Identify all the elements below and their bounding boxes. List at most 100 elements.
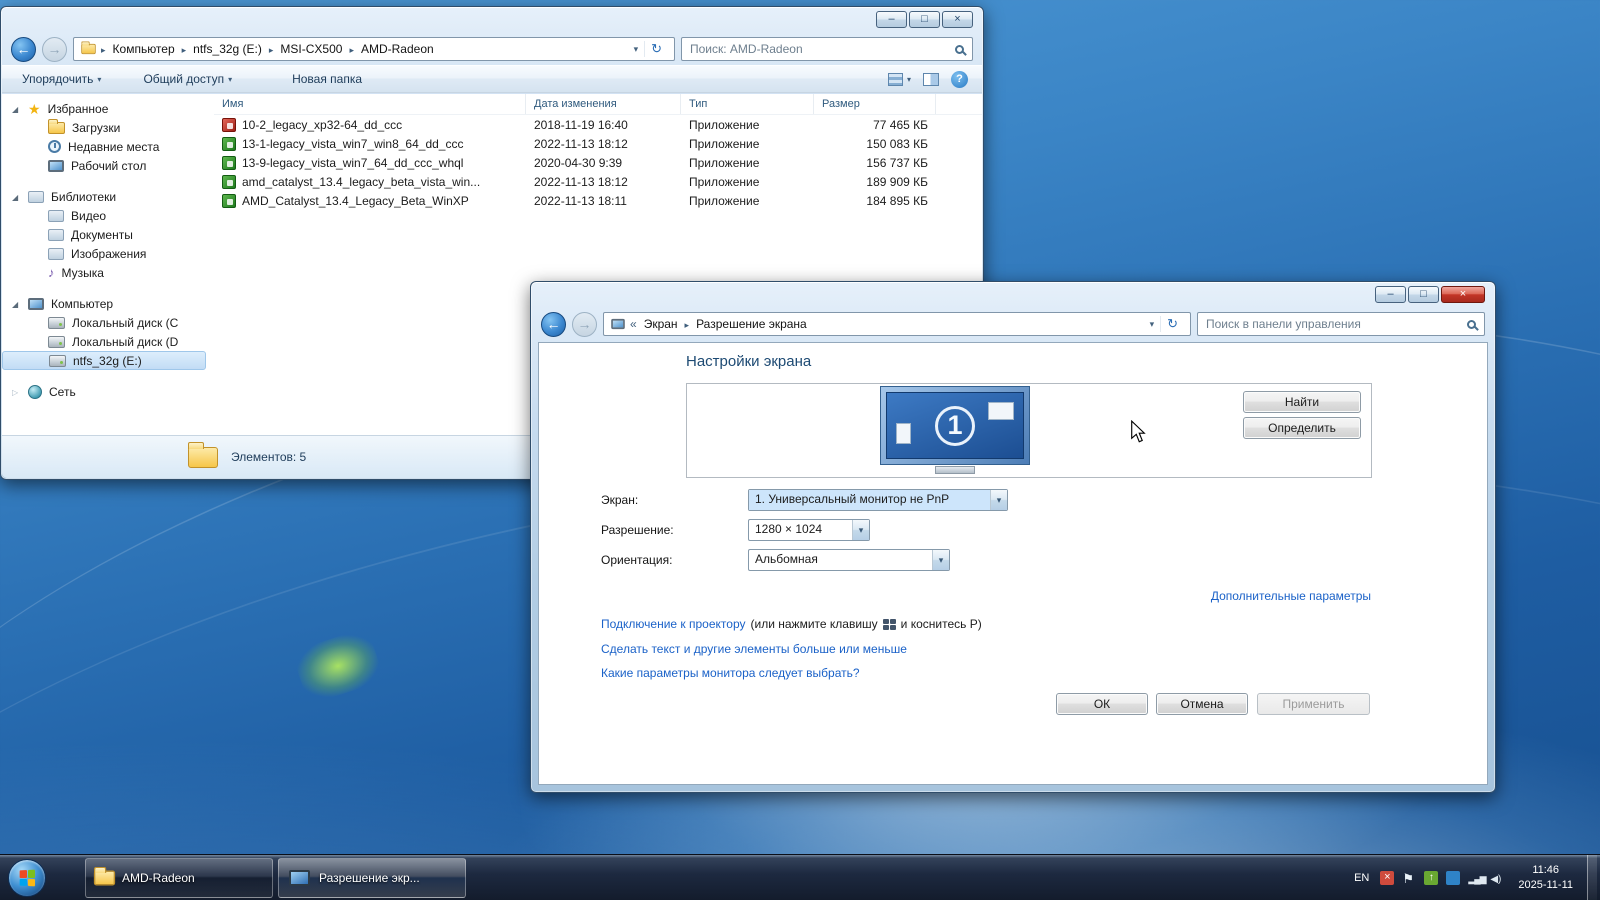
breadcrumb-item[interactable]: Разрешение экрана [682, 317, 810, 331]
resolution-select[interactable]: 1280 × 1024 [748, 519, 870, 541]
forward-button[interactable] [572, 311, 597, 337]
minimize-button[interactable]: – [1375, 286, 1406, 303]
taskbar-button-explorer[interactable]: AMD-Radeon [85, 858, 273, 898]
volume-icon[interactable] [1490, 871, 1504, 885]
maximize-button[interactable]: □ [909, 11, 940, 28]
sidebar-group-network[interactable]: Сеть [2, 383, 214, 401]
file-name: amd_catalyst_13.4_legacy_beta_vista_win.… [242, 174, 481, 189]
sidebar-item-desktop[interactable]: Рабочий стол [2, 156, 214, 175]
search-input[interactable]: Поиск: AMD-Radeon [681, 37, 973, 61]
search-icon [1467, 319, 1476, 329]
start-button[interactable] [8, 859, 46, 897]
refresh-icon[interactable]: ↻ [1160, 316, 1184, 332]
connect-projector-link[interactable]: Подключение к проектору [601, 617, 746, 631]
sidebar-item-pictures[interactable]: Изображения [2, 244, 214, 263]
ok-button[interactable]: ОК [1056, 693, 1148, 715]
address-dropdown-icon[interactable]: ▾ [629, 44, 644, 55]
screen-select-value: 1. Универсальный монитор не PnP [749, 490, 990, 510]
taskbar-button-label: Разрешение экр... [319, 871, 420, 885]
sidebar-item-recent-places[interactable]: Недавние места [2, 137, 214, 156]
breadcrumb-item[interactable]: Компьютер [98, 42, 178, 56]
system-tray: EN 11:46 2025-11-11 [1351, 855, 1600, 900]
sidebar-group-libraries[interactable]: Библиотеки [2, 188, 214, 206]
breadcrumb-item[interactable]: AMD-Radeon [346, 42, 436, 56]
display-settings-icon [289, 870, 310, 886]
tray-status-icon[interactable] [1380, 870, 1395, 885]
back-button[interactable] [541, 311, 566, 337]
close-button[interactable]: × [1441, 286, 1485, 303]
close-button[interactable]: × [942, 11, 973, 28]
item-label: Локальный диск (C [72, 315, 179, 330]
breadcrumb-item[interactable]: ntfs_32g (E:) [179, 42, 265, 56]
which-settings-help-link[interactable]: Какие параметры монитора следует выбрать… [601, 666, 860, 680]
page-title: Настройки экрана [686, 353, 812, 370]
identify-button[interactable]: Определить [1243, 417, 1361, 439]
chevron-down-icon[interactable] [852, 520, 869, 540]
advanced-settings-link[interactable]: Дополнительные параметры [1211, 589, 1371, 603]
sidebar-item-downloads[interactable]: Загрузки [2, 118, 214, 137]
sidebar-item-ntfs32g-e[interactable]: ntfs_32g (E:) [2, 351, 206, 370]
organize-menu[interactable]: Упорядочить [22, 72, 101, 86]
network-icon[interactable] [1468, 871, 1482, 885]
sidebar-item-music[interactable]: ♪ Музыка [2, 263, 214, 282]
tray-date: 2025-11-11 [1518, 878, 1573, 891]
breadcrumb-item[interactable]: Экран [641, 317, 681, 331]
chevron-down-icon[interactable] [990, 490, 1007, 510]
help-icon[interactable]: ? [951, 70, 968, 88]
file-row[interactable]: 13-9-legacy_vista_win7_64_dd_ccc_whql 20… [214, 153, 982, 172]
column-header-date[interactable]: Дата изменения [526, 94, 681, 114]
clock[interactable]: 11:46 2025-11-11 [1512, 863, 1579, 893]
chevron-down-icon[interactable] [932, 550, 949, 570]
change-view-button[interactable] [887, 72, 911, 86]
maximize-button[interactable]: □ [1408, 286, 1439, 303]
refresh-icon[interactable]: ↻ [644, 41, 668, 57]
column-header-size[interactable]: Размер [814, 94, 936, 114]
preview-pane-button[interactable] [923, 72, 939, 86]
action-center-flag-icon[interactable] [1402, 871, 1416, 885]
monitor-stand [935, 466, 975, 474]
sidebar-group-favorites[interactable]: ★ Избранное [2, 100, 214, 118]
taskbar-button-resolution[interactable]: Разрешение экр... [278, 858, 466, 898]
show-desktop-button[interactable] [1587, 855, 1597, 900]
make-text-larger-link[interactable]: Сделать текст и другие элементы больше и… [601, 642, 907, 656]
safely-remove-icon[interactable] [1424, 870, 1439, 885]
sidebar-item-videos[interactable]: Видео [2, 206, 214, 225]
share-menu[interactable]: Общий доступ [143, 72, 232, 86]
screen-select[interactable]: 1. Универсальный монитор не PnP [748, 489, 1008, 511]
new-folder-button[interactable]: Новая папка [292, 72, 362, 86]
cancel-button[interactable]: Отмена [1156, 693, 1248, 715]
breadcrumb[interactable]: « Экран Разрешение экрана ▾ ↻ [603, 312, 1191, 336]
file-row[interactable]: amd_catalyst_13.4_legacy_beta_vista_win.… [214, 172, 982, 191]
address-dropdown-icon[interactable]: ▾ [1145, 319, 1160, 330]
sidebar-group-computer[interactable]: Компьютер [2, 295, 214, 313]
monitor-preview[interactable]: 1 [880, 386, 1030, 474]
items-count: Элементов: 5 [231, 450, 307, 464]
view-icon [887, 72, 903, 86]
tray-app-icon[interactable] [1446, 870, 1461, 885]
file-row[interactable]: 10-2_legacy_xp32-64_dd_ccc 2018-11-19 16… [214, 115, 982, 134]
desktop[interactable]: { "explorer": { "breadcrumb": ["Компьюте… [0, 0, 1600, 900]
location-folder-icon [81, 41, 96, 55]
breadcrumb-collapse-icon[interactable]: « [627, 317, 640, 331]
breadcrumb[interactable]: Компьютер ntfs_32g (E:) MSI-CX500 AMD-Ra… [73, 37, 675, 61]
back-button[interactable] [11, 36, 36, 62]
sidebar-item-disk-c[interactable]: Локальный диск (C [2, 313, 214, 332]
taskbar: AMD-Radeon Разрешение экр... EN 11:46 20… [0, 854, 1600, 900]
forward-button[interactable] [42, 36, 67, 62]
search-input[interactable]: Поиск в панели управления [1197, 312, 1485, 336]
computer-group: Компьютер Локальный диск (C Локальный ди… [2, 295, 214, 370]
sidebar-item-documents[interactable]: Документы [2, 225, 214, 244]
file-row[interactable]: 13-1-legacy_vista_win7_win8_64_dd_ccc 20… [214, 134, 982, 153]
orientation-field-label: Ориентация: [601, 553, 673, 567]
minimize-button[interactable]: – [876, 11, 907, 28]
group-label: Библиотеки [51, 190, 117, 204]
favorites-group: ★ Избранное Загрузки Недавние места Рабо… [2, 100, 214, 175]
column-header-name[interactable]: Имя [214, 94, 526, 114]
breadcrumb-item[interactable]: MSI-CX500 [266, 42, 346, 56]
detect-button[interactable]: Найти [1243, 391, 1361, 413]
column-header-type[interactable]: Тип [681, 94, 814, 114]
language-indicator[interactable]: EN [1351, 872, 1372, 884]
orientation-select[interactable]: Альбомная [748, 549, 950, 571]
file-row[interactable]: AMD_Catalyst_13.4_Legacy_Beta_WinXP 2022… [214, 191, 982, 210]
sidebar-item-disk-d[interactable]: Локальный диск (D [2, 332, 214, 351]
